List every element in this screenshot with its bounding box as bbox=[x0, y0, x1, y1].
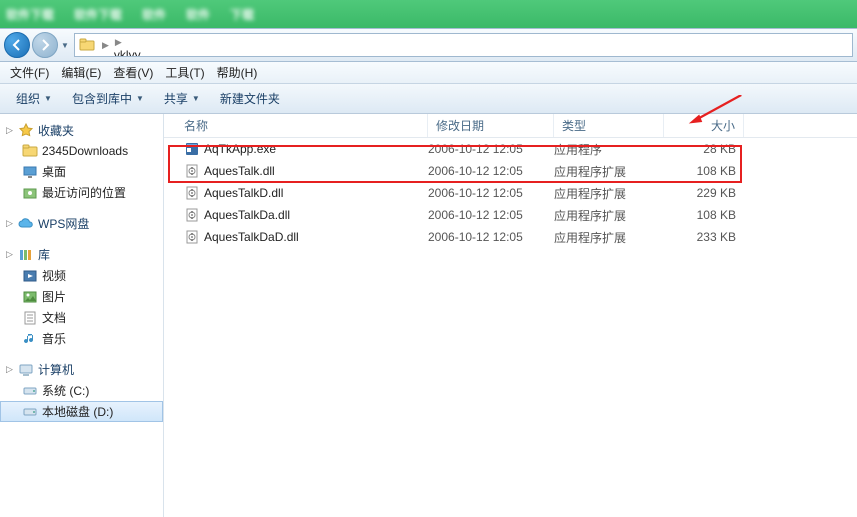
document-icon bbox=[22, 310, 38, 326]
file-row[interactable]: AquesTalk.dll2006-10-12 12:05应用程序扩展108 K… bbox=[164, 160, 857, 182]
favorites-item[interactable]: 桌面 bbox=[0, 161, 163, 182]
desktop-icon bbox=[22, 164, 38, 180]
file-name: AquesTalkDaD.dll bbox=[204, 230, 428, 244]
cloud-icon bbox=[18, 216, 34, 232]
chevron-right-icon[interactable]: ▶ bbox=[99, 40, 112, 51]
computer-item[interactable]: 系统 (C:) bbox=[0, 380, 163, 401]
file-size: 28 KB bbox=[664, 142, 736, 156]
libraries-item[interactable]: 音乐 bbox=[0, 328, 163, 349]
nav-item-label: 文档 bbox=[42, 309, 66, 326]
organize-button[interactable]: 组织▼ bbox=[8, 87, 60, 110]
menu-bar: 文件(F) 编辑(E) 查看(V) 工具(T) 帮助(H) bbox=[0, 62, 857, 84]
file-name: AqTkApp.exe bbox=[204, 142, 428, 156]
picture-icon bbox=[22, 289, 38, 305]
folder-icon bbox=[79, 37, 95, 53]
nav-item-label: 系统 (C:) bbox=[42, 382, 89, 399]
libraries-header[interactable]: ▷ 库 bbox=[0, 244, 163, 265]
drive-icon bbox=[22, 383, 38, 399]
file-list-pane: 名称 修改日期 类型 大小 AqTkApp.exe2006-10-12 12:0… bbox=[164, 114, 857, 517]
chevron-right-icon[interactable]: ▶ bbox=[112, 37, 125, 47]
libraries-item[interactable]: 视频 bbox=[0, 265, 163, 286]
dll-icon bbox=[184, 229, 200, 245]
file-date: 2006-10-12 12:05 bbox=[428, 164, 554, 178]
music-icon bbox=[22, 331, 38, 347]
file-type: 应用程序扩展 bbox=[554, 229, 664, 246]
computer-icon bbox=[18, 362, 34, 378]
file-row[interactable]: AquesTalkD.dll2006-10-12 12:05应用程序扩展229 … bbox=[164, 182, 857, 204]
folder-icon bbox=[22, 143, 38, 159]
col-type[interactable]: 类型 bbox=[554, 114, 664, 137]
nav-item-label: 桌面 bbox=[42, 163, 66, 180]
file-type: 应用程序扩展 bbox=[554, 163, 664, 180]
include-lib-button[interactable]: 包含到库中▼ bbox=[64, 87, 152, 110]
new-folder-button[interactable]: 新建文件夹 bbox=[212, 87, 288, 110]
menu-edit[interactable]: 编辑(E) bbox=[55, 62, 107, 83]
star-icon bbox=[18, 123, 34, 139]
back-button[interactable] bbox=[4, 32, 30, 58]
exe-icon bbox=[184, 141, 200, 157]
file-type: 应用程序 bbox=[554, 141, 664, 158]
address-bar[interactable]: ▶ 计算机▶本地磁盘 (D:)▶360安全浏览器下载▶123456▶yklyy▶… bbox=[74, 33, 853, 57]
command-bar: 组织▼ 包含到库中▼ 共享▼ 新建文件夹 bbox=[0, 84, 857, 114]
file-row[interactable]: AquesTalkDaD.dll2006-10-12 12:05应用程序扩展23… bbox=[164, 226, 857, 248]
window-titlebar: 软件下载 软件下载 软件 软件 下载 bbox=[0, 0, 857, 28]
file-type: 应用程序扩展 bbox=[554, 185, 664, 202]
file-type: 应用程序扩展 bbox=[554, 207, 664, 224]
dll-icon bbox=[184, 207, 200, 223]
file-name: AquesTalkD.dll bbox=[204, 186, 428, 200]
favorites-item[interactable]: 最近访问的位置 bbox=[0, 182, 163, 203]
file-date: 2006-10-12 12:05 bbox=[428, 208, 554, 222]
favorites-item[interactable]: 2345Downloads bbox=[0, 141, 163, 161]
library-icon bbox=[18, 247, 34, 263]
file-row[interactable]: AqTkApp.exe2006-10-12 12:05应用程序28 KB bbox=[164, 138, 857, 160]
file-date: 2006-10-12 12:05 bbox=[428, 142, 554, 156]
dll-icon bbox=[184, 185, 200, 201]
computer-header[interactable]: ▷ 计算机 bbox=[0, 359, 163, 380]
nav-item-label: 图片 bbox=[42, 288, 66, 305]
file-name: AquesTalk.dll bbox=[204, 164, 428, 178]
navigation-pane: ▷ 收藏夹 2345Downloads 桌面最近访问的位置 ▷ WPS网盘 ▷ 库… bbox=[0, 114, 164, 517]
favorites-header[interactable]: ▷ 收藏夹 bbox=[0, 120, 163, 141]
breadcrumb-segment[interactable]: 123456 bbox=[112, 33, 255, 34]
menu-view[interactable]: 查看(V) bbox=[107, 62, 159, 83]
file-date: 2006-10-12 12:05 bbox=[428, 230, 554, 244]
video-icon bbox=[22, 268, 38, 284]
recent-icon bbox=[22, 185, 38, 201]
column-headers: 名称 修改日期 类型 大小 bbox=[164, 114, 857, 138]
file-size: 229 KB bbox=[664, 186, 736, 200]
breadcrumb-segment[interactable]: yklyy bbox=[112, 48, 255, 57]
history-dropdown[interactable]: ▼ bbox=[60, 38, 70, 52]
file-size: 233 KB bbox=[664, 230, 736, 244]
menu-tools[interactable]: 工具(T) bbox=[159, 62, 210, 83]
wps-header[interactable]: ▷ WPS网盘 bbox=[0, 213, 163, 234]
nav-item-label: 最近访问的位置 bbox=[42, 184, 126, 201]
navigation-bar: ▼ ▶ 计算机▶本地磁盘 (D:)▶360安全浏览器下载▶123456▶ykly… bbox=[0, 28, 857, 62]
file-size: 108 KB bbox=[664, 164, 736, 178]
nav-item-label: 2345Downloads bbox=[42, 144, 128, 158]
computer-item[interactable]: 本地磁盘 (D:) bbox=[0, 401, 163, 422]
col-size[interactable]: 大小 bbox=[664, 114, 744, 137]
nav-item-label: 音乐 bbox=[42, 330, 66, 347]
menu-file[interactable]: 文件(F) bbox=[4, 62, 55, 83]
menu-help[interactable]: 帮助(H) bbox=[211, 62, 264, 83]
file-name: AquesTalkDa.dll bbox=[204, 208, 428, 222]
file-date: 2006-10-12 12:05 bbox=[428, 186, 554, 200]
nav-item-label: 视频 bbox=[42, 267, 66, 284]
col-name[interactable]: 名称 bbox=[164, 114, 428, 137]
file-size: 108 KB bbox=[664, 208, 736, 222]
share-button[interactable]: 共享▼ bbox=[156, 87, 208, 110]
file-row[interactable]: AquesTalkDa.dll2006-10-12 12:05应用程序扩展108… bbox=[164, 204, 857, 226]
forward-button[interactable] bbox=[32, 32, 58, 58]
dll-icon bbox=[184, 163, 200, 179]
col-date[interactable]: 修改日期 bbox=[428, 114, 554, 137]
nav-item-label: 本地磁盘 (D:) bbox=[42, 403, 113, 420]
libraries-item[interactable]: 文档 bbox=[0, 307, 163, 328]
drive-icon bbox=[22, 404, 38, 420]
libraries-item[interactable]: 图片 bbox=[0, 286, 163, 307]
